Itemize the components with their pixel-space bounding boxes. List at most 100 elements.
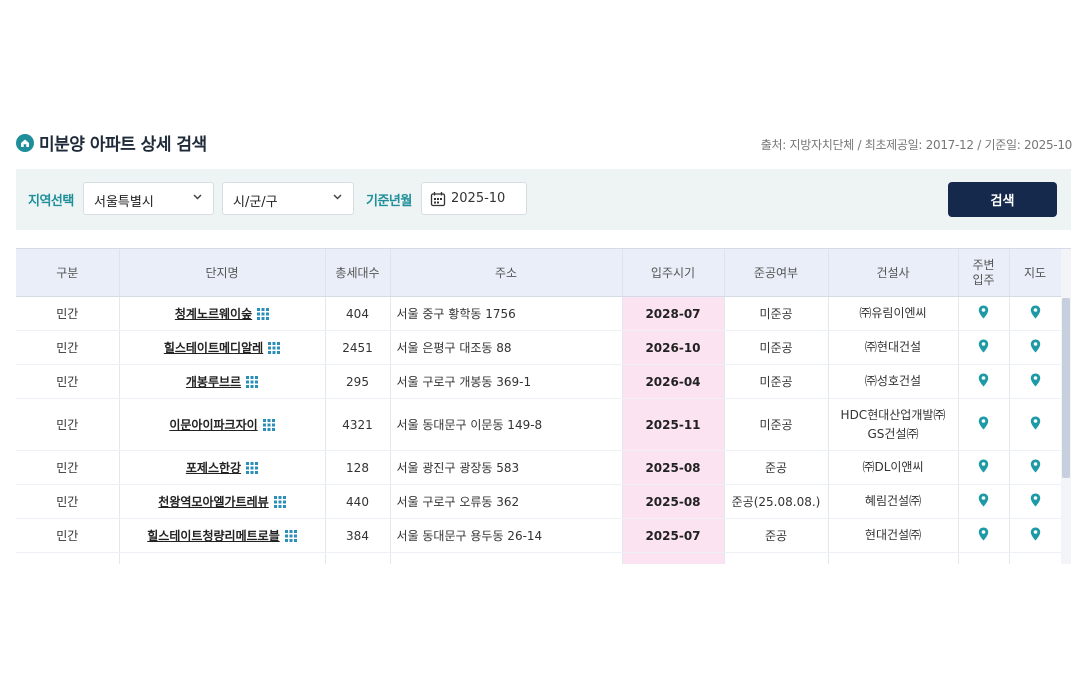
cell-map bbox=[1009, 364, 1062, 399]
table-row: 민간 청계노르웨이숲 404 서울 중구 황학동 1756 2028-07 미준공 ㈜유림이… bbox=[16, 296, 1062, 331]
cell-nearby bbox=[958, 484, 1010, 519]
col-header-address: 주소 bbox=[390, 249, 623, 297]
cell-type: 민간 bbox=[16, 484, 120, 519]
grid-icon[interactable] bbox=[257, 307, 270, 323]
grid-icon[interactable] bbox=[262, 418, 275, 434]
cell-type: 민간 bbox=[16, 398, 120, 451]
cell-address: 서울 동대문구 용두동 26-14 bbox=[390, 518, 623, 553]
cell-units: 295 bbox=[325, 364, 391, 399]
cell-units: 440 bbox=[325, 484, 391, 519]
complex-name-link[interactable]: 개봉루브르 bbox=[186, 375, 241, 389]
map-pin-icon[interactable] bbox=[1030, 373, 1041, 390]
page-title: 미분양 아파트 상세 검색 bbox=[39, 135, 207, 155]
results-table-container: 구분 단지명 총세대수 주소 입주시기 준공여부 건설사 주변 입주 지도 민간… bbox=[16, 248, 1071, 564]
complex-name-link[interactable]: 포제스한강 bbox=[186, 461, 241, 475]
map-pin-icon[interactable] bbox=[978, 416, 989, 433]
cell-completion: 준공 bbox=[724, 450, 829, 485]
cell-address: 서울 구로구 오류동 362 bbox=[390, 484, 623, 519]
scrollbar-thumb[interactable] bbox=[1062, 298, 1070, 478]
cell-type: 민간 bbox=[16, 364, 120, 399]
home-icon bbox=[16, 133, 34, 152]
cell-address: 서울 은평구 대조동 88 bbox=[390, 330, 623, 365]
map-pin-icon[interactable] bbox=[1030, 493, 1041, 510]
cell-nearby bbox=[958, 398, 1010, 451]
complex-name-link[interactable]: 천왕역모아엘가트레뷰 bbox=[158, 495, 268, 509]
map-pin-icon[interactable] bbox=[978, 493, 989, 510]
scrollbar[interactable] bbox=[1061, 249, 1071, 564]
cell-move-in: 2025-11 bbox=[622, 398, 725, 451]
cell-builder: 현대건설㈜ bbox=[828, 518, 959, 553]
col-header-units: 총세대수 bbox=[325, 249, 391, 297]
cell-units: 2451 bbox=[325, 330, 391, 365]
grid-icon[interactable] bbox=[284, 529, 297, 545]
district-select-value: 시/군/구 bbox=[233, 195, 278, 210]
cell-name: 개봉루브르 bbox=[119, 364, 326, 399]
col-header-builder: 건설사 bbox=[828, 249, 959, 297]
cell-completion: 준공 bbox=[724, 518, 829, 553]
map-pin-icon[interactable] bbox=[978, 373, 989, 390]
cell-map bbox=[1009, 296, 1062, 331]
search-button[interactable]: 검색 bbox=[948, 182, 1057, 217]
map-pin-icon[interactable] bbox=[978, 305, 989, 322]
col-header-move-in: 입주시기 bbox=[622, 249, 725, 297]
cell-map bbox=[1009, 484, 1062, 519]
date-input[interactable]: 2025-10 bbox=[421, 182, 527, 215]
complex-name-link[interactable]: 힐스테이트청량리메트로블 bbox=[147, 529, 279, 543]
complex-name-link[interactable]: 힐스테이트메디알레 bbox=[164, 341, 263, 355]
cell-map bbox=[1009, 450, 1062, 485]
region-select[interactable]: 서울특별시 bbox=[83, 182, 214, 215]
grid-icon[interactable] bbox=[246, 461, 259, 477]
map-pin-icon[interactable] bbox=[978, 459, 989, 476]
complex-name-link[interactable]: 이문아이파크자이 bbox=[169, 418, 257, 432]
grid-icon[interactable] bbox=[268, 341, 281, 357]
calendar-icon bbox=[430, 191, 446, 211]
cell-name: 천왕역모아엘가트레뷰 bbox=[119, 484, 326, 519]
grid-icon[interactable] bbox=[246, 375, 259, 391]
map-pin-icon[interactable] bbox=[1030, 305, 1041, 322]
cell-move-in: 2025-08 bbox=[622, 484, 725, 519]
cell-builder: HDC현대산업개발㈜ GS건설㈜ bbox=[828, 398, 959, 451]
page-header: 미분양 아파트 상세 검색 출처: 지방자치단체 / 최초제공일: 2017-1… bbox=[16, 130, 1072, 158]
district-select[interactable]: 시/군/구 bbox=[222, 182, 354, 215]
cell-move-in: 2025-08 bbox=[622, 450, 725, 485]
date-label: 기준년월 bbox=[366, 194, 412, 209]
cell-move-in: 2026-04 bbox=[622, 364, 725, 399]
cell-completion: 미준공 bbox=[724, 296, 829, 331]
col-header-type: 구분 bbox=[16, 249, 120, 297]
cell-completion: 미준공 bbox=[724, 330, 829, 365]
cell-address: 서울 동대문구 이문동 149-8 bbox=[390, 398, 623, 451]
cell-type: 민간 bbox=[16, 296, 120, 331]
map-pin-icon[interactable] bbox=[1030, 527, 1041, 544]
chevron-down-icon bbox=[192, 191, 203, 206]
col-header-name: 단지명 bbox=[119, 249, 326, 297]
cell-builder: ㈜성호건설 bbox=[828, 364, 959, 399]
cell-name: 포제스한강 bbox=[119, 450, 326, 485]
map-pin-icon[interactable] bbox=[1030, 339, 1041, 356]
chevron-down-icon bbox=[332, 191, 343, 206]
cell-move-in: 2026-10 bbox=[622, 330, 725, 365]
cell-nearby bbox=[958, 364, 1010, 399]
cell-move-in: 2028-07 bbox=[622, 296, 725, 331]
table-row: 민간 개봉루브르 295 서울 구로구 개봉동 369-1 2026-04 미준공 ㈜성호건… bbox=[16, 364, 1062, 399]
cell-builder: ㈜유림이엔씨 bbox=[828, 296, 959, 331]
cell-nearby bbox=[958, 450, 1010, 485]
table-row: 민간 포제스한강 128 서울 광진구 광장동 583 2025-08 준공 ㈜DL이앤씨 bbox=[16, 450, 1062, 485]
map-pin-icon[interactable] bbox=[1030, 459, 1041, 476]
map-pin-icon[interactable] bbox=[978, 339, 989, 356]
complex-name-link[interactable]: 청계노르웨이숲 bbox=[175, 307, 252, 321]
grid-icon[interactable] bbox=[273, 495, 286, 511]
map-pin-icon[interactable] bbox=[1030, 416, 1041, 433]
col-header-nearby: 주변 입주 bbox=[958, 249, 1010, 297]
table-row-partial bbox=[16, 552, 1062, 564]
cell-units: 384 bbox=[325, 518, 391, 553]
results-table: 구분 단지명 총세대수 주소 입주시기 준공여부 건설사 주변 입주 지도 민간… bbox=[16, 249, 1062, 564]
map-pin-icon[interactable] bbox=[978, 527, 989, 544]
col-header-map: 지도 bbox=[1009, 249, 1062, 297]
cell-type: 민간 bbox=[16, 330, 120, 365]
cell-builder: ㈜현대건설 bbox=[828, 330, 959, 365]
cell-completion: 미준공 bbox=[724, 398, 829, 451]
table-row: 민간 힐스테이트메디알레 2451 서울 은평구 대조동 88 2026-10 미준공 ㈜현… bbox=[16, 330, 1062, 365]
cell-type: 민간 bbox=[16, 518, 120, 553]
col-header-completion: 준공여부 bbox=[724, 249, 829, 297]
cell-name: 힐스테이트메디알레 bbox=[119, 330, 326, 365]
